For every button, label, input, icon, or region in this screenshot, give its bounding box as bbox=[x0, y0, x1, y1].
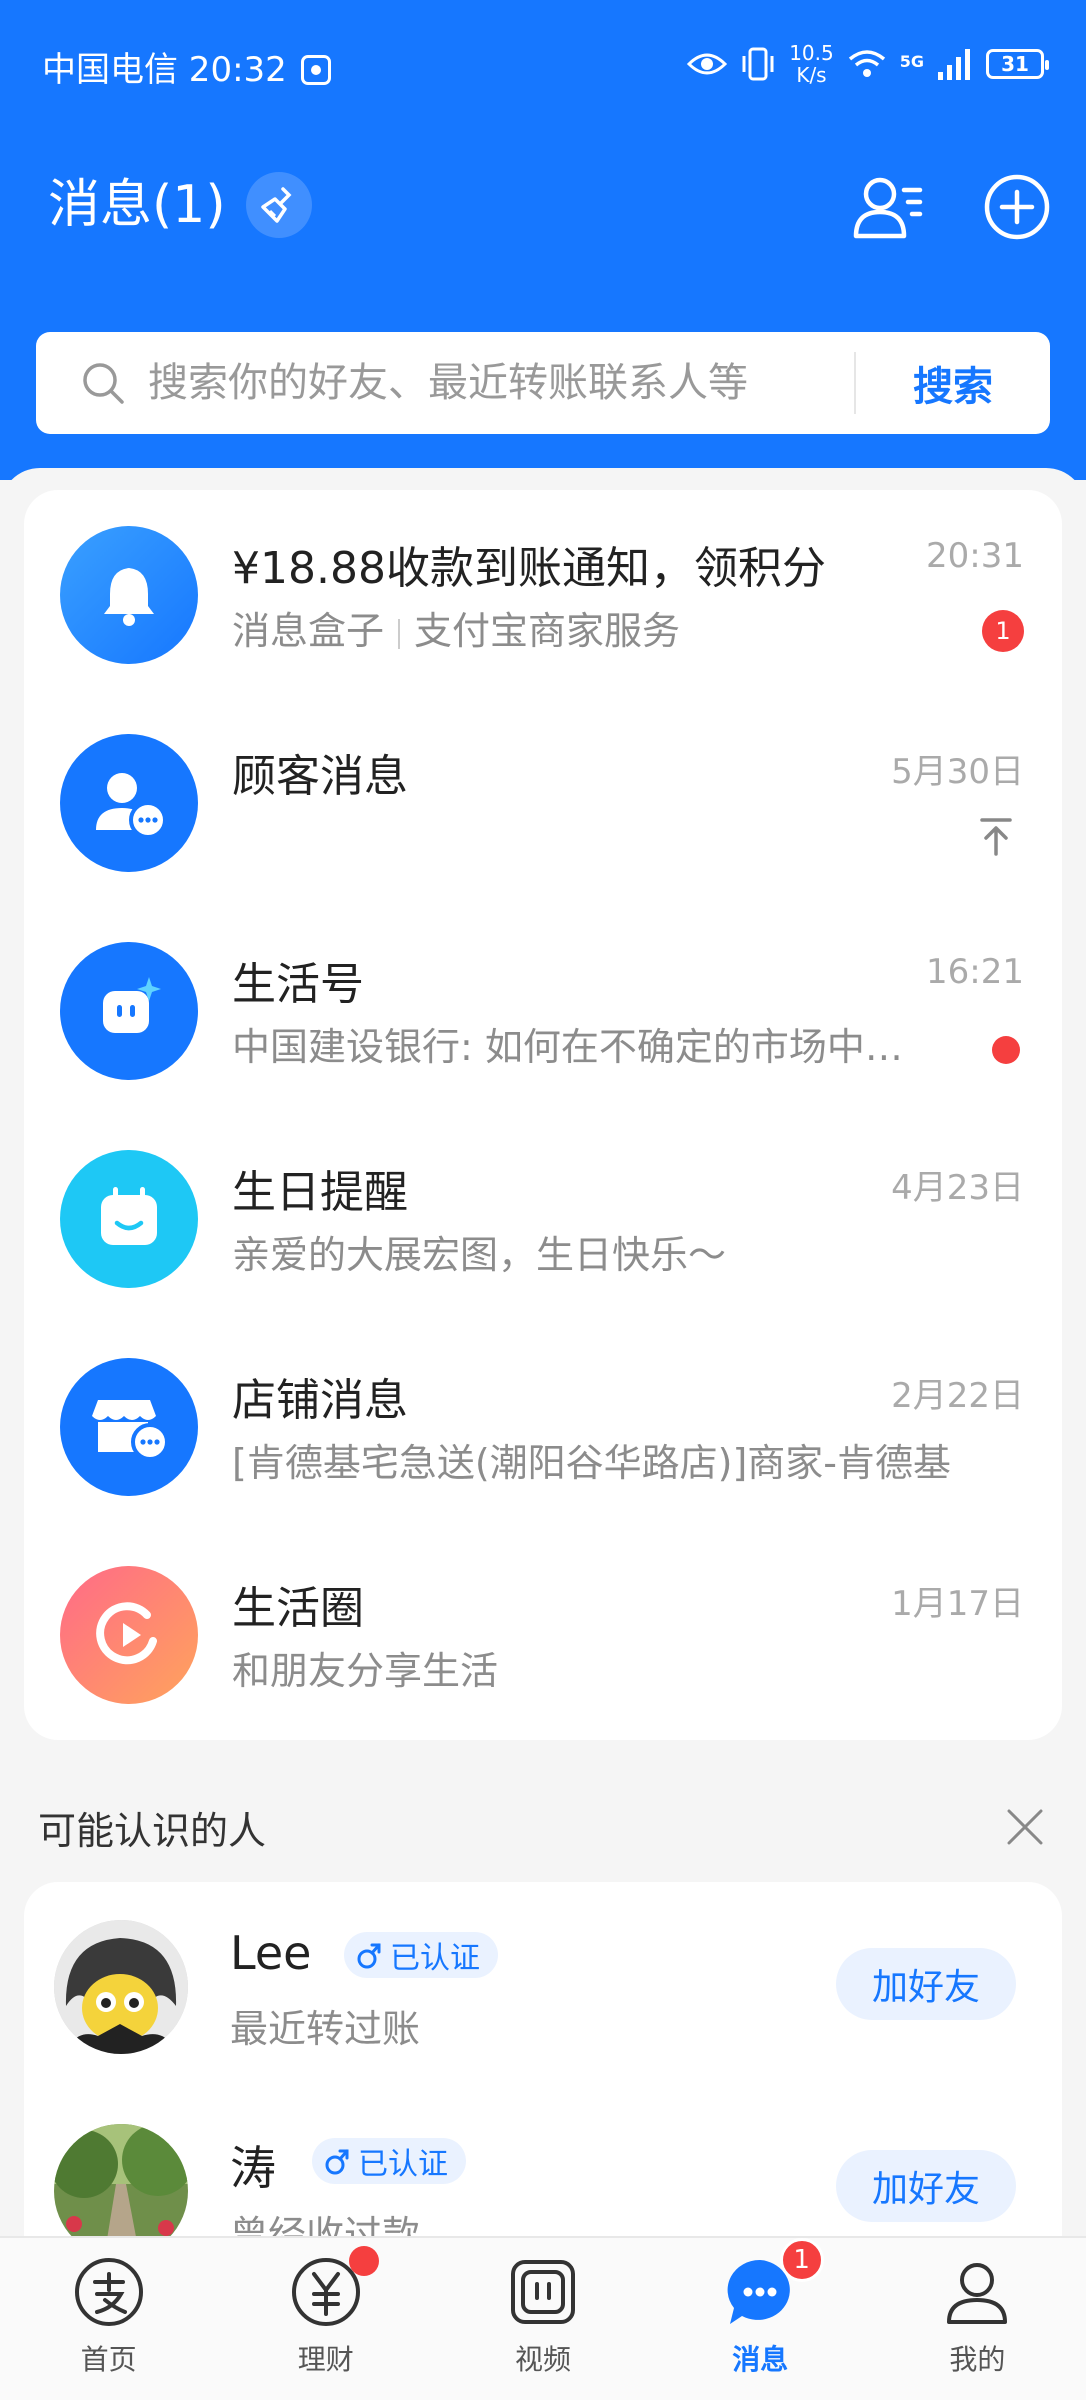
verified-badge: 已认证 bbox=[344, 1932, 498, 1978]
clear-unread-button[interactable] bbox=[246, 172, 312, 238]
add-friend-button[interactable]: 加好友 bbox=[836, 1948, 1016, 2020]
verified-label: 已认证 bbox=[390, 1941, 480, 1976]
message-time: 5月30日 bbox=[891, 752, 1024, 792]
male-icon bbox=[325, 2149, 349, 2175]
add-friend-button[interactable]: 加好友 bbox=[836, 2150, 1016, 2222]
unread-dot bbox=[992, 1036, 1020, 1064]
signal-icon bbox=[938, 49, 970, 80]
network-type: 5G bbox=[899, 52, 924, 71]
message-item-inbox[interactable]: ¥18.88收款到账通知，领积分 消息盒子 支付宝商家服务 20:31 1 bbox=[24, 490, 1062, 698]
message-subtitle: 和朋友分享生活 bbox=[232, 1649, 499, 1693]
lifestyle-icon bbox=[60, 942, 198, 1080]
verified-badge: 已认证 bbox=[312, 2138, 466, 2184]
message-subtitle-source: 消息盒子 bbox=[232, 609, 385, 653]
tab-label: 理财 bbox=[297, 2343, 354, 2376]
message-title: 顾客消息 bbox=[232, 751, 408, 802]
message-item-store[interactable]: 店铺消息 [肯德基宅急送(潮阳谷华路店)]商家-肯德基 2月22日 bbox=[24, 1322, 1062, 1530]
message-subtitle: 消息盒子 支付宝商家服务 bbox=[232, 600, 680, 655]
speed-value: 10.5 bbox=[789, 41, 834, 65]
message-time: 4月23日 bbox=[891, 1168, 1024, 1208]
message-title: 生活圈 bbox=[232, 1583, 364, 1634]
tab-home[interactable]: 首页 bbox=[0, 2238, 217, 2400]
bell-icon bbox=[60, 526, 198, 664]
unread-badge: 1 bbox=[779, 2238, 824, 2282]
battery-level: 31 bbox=[1001, 52, 1029, 76]
message-subtitle: 中国建设银行: 如何在不确定的市场中寻找确定性 bbox=[232, 1025, 912, 1069]
search-bar: 搜索 bbox=[36, 332, 1050, 434]
tab-profile[interactable]: 我的 bbox=[869, 2238, 1086, 2400]
person-name: 涛 bbox=[230, 2141, 276, 2195]
calendar-icon bbox=[60, 1150, 198, 1288]
message-item-birthday[interactable]: 生日提醒 亲爱的大展宏图，生日快乐～ 4月23日 bbox=[24, 1114, 1062, 1322]
message-title: 店铺消息 bbox=[232, 1375, 408, 1426]
carrier-time: 中国电信 20:32 bbox=[42, 50, 287, 90]
male-icon bbox=[357, 1943, 381, 1969]
message-time: 1月17日 bbox=[891, 1584, 1024, 1624]
network-speed: 10.5 K/s bbox=[789, 42, 834, 86]
person-reason: 最近转过账 bbox=[230, 2007, 421, 2051]
tab-label: 消息 bbox=[732, 2343, 789, 2376]
contacts-icon[interactable] bbox=[850, 170, 926, 246]
search-button[interactable]: 搜索 bbox=[856, 354, 1050, 412]
message-subtitle: 亲爱的大展宏图，生日快乐～ bbox=[232, 1233, 727, 1277]
search-icon bbox=[83, 363, 124, 404]
alipay-icon bbox=[74, 2258, 143, 2326]
avatar bbox=[54, 1920, 188, 2054]
notification-dot bbox=[349, 2246, 380, 2276]
life-circle-icon bbox=[60, 1566, 198, 1704]
tab-label: 视频 bbox=[515, 2343, 572, 2376]
unread-badge: 1 bbox=[982, 610, 1024, 652]
customer-chat-icon bbox=[60, 734, 198, 872]
speed-unit: K/s bbox=[796, 63, 827, 87]
message-title: ¥18.88收款到账通知，领积分 bbox=[232, 543, 826, 594]
message-subtitle-sender: 支付宝商家服务 bbox=[414, 609, 681, 653]
video-icon bbox=[511, 2260, 575, 2324]
verified-label: 已认证 bbox=[358, 2147, 448, 2182]
eye-icon bbox=[687, 53, 728, 75]
battery-icon: 31 bbox=[986, 49, 1049, 79]
message-time: 2月22日 bbox=[891, 1376, 1024, 1416]
close-icon[interactable] bbox=[1004, 1806, 1046, 1848]
message-item-lifestyle[interactable]: 生活号 中国建设银行: 如何在不确定的市场中寻找确定性 16:21 bbox=[24, 906, 1062, 1114]
vibrate-icon bbox=[742, 47, 774, 81]
person-item[interactable]: Lee 已认证 最近转过账 加好友 bbox=[24, 1882, 1062, 2088]
pin-top-icon bbox=[980, 818, 1012, 856]
people-you-may-know-title: 可能认识的人 bbox=[38, 1809, 267, 1853]
tab-label: 首页 bbox=[80, 2343, 137, 2376]
tab-wealth[interactable]: 理财 bbox=[217, 2238, 434, 2400]
store-icon bbox=[60, 1358, 198, 1496]
message-item-life-circle[interactable]: 生活圈 和朋友分享生活 1月17日 bbox=[24, 1530, 1062, 1738]
profile-icon bbox=[947, 2263, 1008, 2324]
message-title: 生活号 bbox=[232, 959, 364, 1010]
message-subtitle: [肯德基宅急送(潮阳谷华路店)]商家-肯德基 bbox=[232, 1441, 952, 1485]
tab-video[interactable]: 视频 bbox=[434, 2238, 651, 2400]
people-list: Lee 已认证 最近转过账 加好友 涛 已认证 曾经收过款 加好友 bbox=[24, 1882, 1062, 2282]
tab-label: 我的 bbox=[949, 2343, 1006, 2376]
wifi-icon bbox=[848, 50, 885, 77]
message-title: 生日提醒 bbox=[232, 1167, 408, 1218]
message-item-customer[interactable]: 顾客消息 5月30日 bbox=[24, 698, 1062, 906]
tab-messages[interactable]: 1 消息 bbox=[652, 2238, 869, 2400]
broom-icon bbox=[261, 187, 292, 223]
add-circle-icon[interactable] bbox=[982, 172, 1052, 242]
search-input[interactable] bbox=[148, 360, 848, 406]
message-list: ¥18.88收款到账通知，领积分 消息盒子 支付宝商家服务 20:31 1 顾客消… bbox=[24, 490, 1062, 1740]
status-right: 10.5 K/s 5G 31 bbox=[687, 42, 1049, 86]
message-time: 16:21 bbox=[926, 952, 1024, 992]
status-bar: 中国电信 20:32 10.5 K/s 5G 31 bbox=[0, 0, 1086, 130]
notification-icon bbox=[300, 55, 331, 85]
subtitle-separator bbox=[398, 618, 401, 649]
person-name: Lee bbox=[230, 1926, 312, 1980]
page-title: 消息(1) bbox=[48, 175, 226, 235]
status-left: 中国电信 20:32 bbox=[42, 48, 331, 92]
message-time: 20:31 bbox=[926, 536, 1024, 576]
bottom-tab-bar: 首页 理财 视频 1 消息 我的 bbox=[0, 2236, 1086, 2400]
